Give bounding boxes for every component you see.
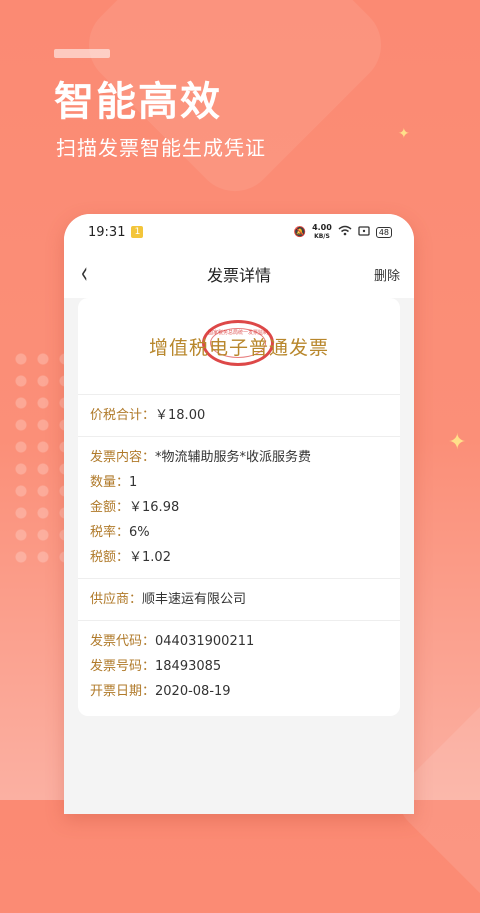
sparkle-icon: ✦: [448, 430, 467, 455]
back-icon[interactable]: ‹: [81, 259, 95, 289]
invoice-number-label: 发票号码：: [90, 659, 156, 674]
tax-rate-row: 税率： 6%: [90, 520, 388, 545]
accent-bar: [54, 49, 110, 58]
net-speed-value: 4.00: [312, 222, 332, 232]
tax-rate-value: 6%: [129, 525, 150, 540]
mute-icon: 🔕: [293, 226, 307, 238]
tax-amount-row: 税额： ￥1.02: [90, 545, 388, 570]
invoice-code-label: 发票代码：: [90, 634, 156, 649]
screen-icon: [358, 225, 370, 239]
amount-label: 金额：: [90, 500, 130, 515]
phone-mockup: 19:31 1 🔕 4.00 KB/S 48 ‹ 发票详情 删除 国家税务总局统…: [64, 214, 414, 814]
invoice-code-row: 发票代码： 044031900211: [90, 629, 388, 654]
quantity-label: 数量：: [90, 475, 130, 490]
issue-date-label: 开票日期：: [90, 684, 156, 699]
quantity-row: 数量： 1: [90, 470, 388, 495]
total-section: 价税合计： ￥18.00: [78, 394, 400, 436]
invoice-number-value: 18493085: [155, 659, 222, 674]
quantity-value: 1: [129, 475, 138, 490]
content-row: 发票内容： *物流辅助服务*收派服务费: [90, 445, 388, 470]
invoice-header: 国家税务总局统一发票监制 增值税电子普通发票: [78, 298, 400, 394]
invoice-type: 增值税电子普通发票: [148, 336, 329, 359]
delete-button[interactable]: 删除: [374, 265, 400, 284]
total-row: 价税合计： ￥18.00: [90, 403, 388, 428]
promo-headline: 智能高效: [54, 79, 222, 125]
status-time: 19:31: [88, 224, 126, 240]
supplier-value: 顺丰速运有限公司: [142, 592, 247, 607]
content-label: 发票内容：: [90, 450, 156, 465]
nav-bar: ‹ 发票详情 删除: [64, 250, 414, 298]
invoice-meta-section: 发票代码： 044031900211 发票号码： 18493085 开票日期： …: [78, 620, 400, 712]
invoice-number-row: 发票号码： 18493085: [90, 654, 388, 679]
amount-row: 金额： ￥16.98: [90, 495, 388, 520]
status-bar: 19:31 1 🔕 4.00 KB/S 48: [64, 214, 414, 250]
content-value: *物流辅助服务*收派服务费: [155, 450, 312, 465]
amount-value: ￥16.98: [129, 500, 180, 515]
supplier-label: 供应商：: [90, 592, 143, 607]
promo-subheadline: 扫描发票智能生成凭证: [56, 136, 266, 160]
total-label: 价税合计：: [90, 408, 156, 423]
details-section: 发票内容： *物流辅助服务*收派服务费 数量： 1 金额： ￥16.98 税率：…: [78, 436, 400, 578]
battery-icon: 48: [375, 226, 392, 238]
issue-date-value: 2020-08-19: [155, 684, 231, 699]
supplier-section: 供应商： 顺丰速运有限公司: [78, 578, 400, 620]
sparkle-icon: ✦: [398, 126, 410, 142]
supplier-row: 供应商： 顺丰速运有限公司: [90, 587, 388, 612]
net-speed-unit: KB/S: [314, 232, 330, 240]
notification-icon: 1: [131, 226, 144, 238]
invoice-code-value: 044031900211: [155, 634, 255, 649]
invoice-card: 国家税务总局统一发票监制 增值税电子普通发票 价税合计： ￥18.00 发票内容…: [78, 298, 400, 716]
tax-amount-value: ￥1.02: [129, 550, 171, 565]
issue-date-row: 开票日期： 2020-08-19: [90, 679, 388, 704]
total-value: ￥18.00: [155, 408, 206, 423]
tax-rate-label: 税率：: [90, 525, 130, 540]
tax-amount-label: 税额：: [90, 550, 130, 565]
page-title: 发票详情: [206, 266, 271, 285]
network-speed: 4.00 KB/S: [312, 222, 332, 241]
wifi-icon: [338, 225, 352, 239]
